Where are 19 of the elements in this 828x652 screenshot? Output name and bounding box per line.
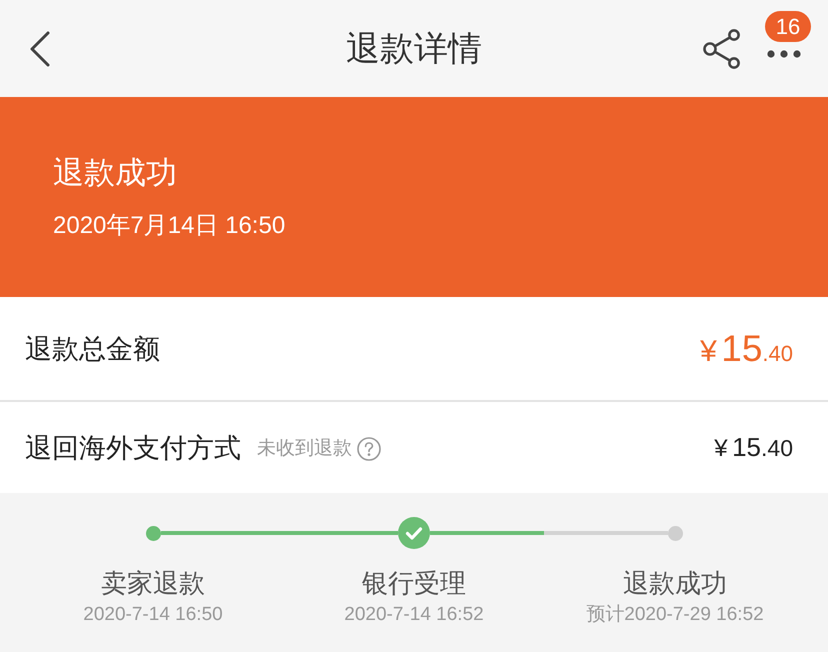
share-icon — [702, 28, 742, 68]
back-icon — [30, 30, 50, 66]
step-time: 2020-7-14 16:50 — [83, 603, 223, 626]
refund-amount: ¥ 15.40 — [714, 432, 793, 463]
step-label: 卖家退款 — [101, 568, 205, 599]
help-icon[interactable] — [357, 436, 381, 460]
page-title: 退款详情 — [345, 28, 483, 70]
row-label: 退回海外支付方式 — [25, 432, 241, 464]
refund-status: 退款成功 — [53, 155, 177, 191]
refund-time: 2020年7月14日 16:50 — [53, 211, 286, 240]
notification-badge: 16 — [765, 11, 811, 42]
step-time: 2020-7-14 16:52 — [344, 603, 484, 626]
more-icon — [767, 50, 801, 58]
row-note: 未收到退款 — [257, 436, 352, 460]
refund-amount: ¥15.40 — [700, 328, 793, 370]
step-time: 预计2020-7-29 16:52 — [586, 603, 764, 626]
row-label: 退款总金额 — [25, 332, 160, 366]
step-label: 退款成功 — [623, 568, 727, 599]
step-label: 银行受理 — [362, 568, 466, 599]
